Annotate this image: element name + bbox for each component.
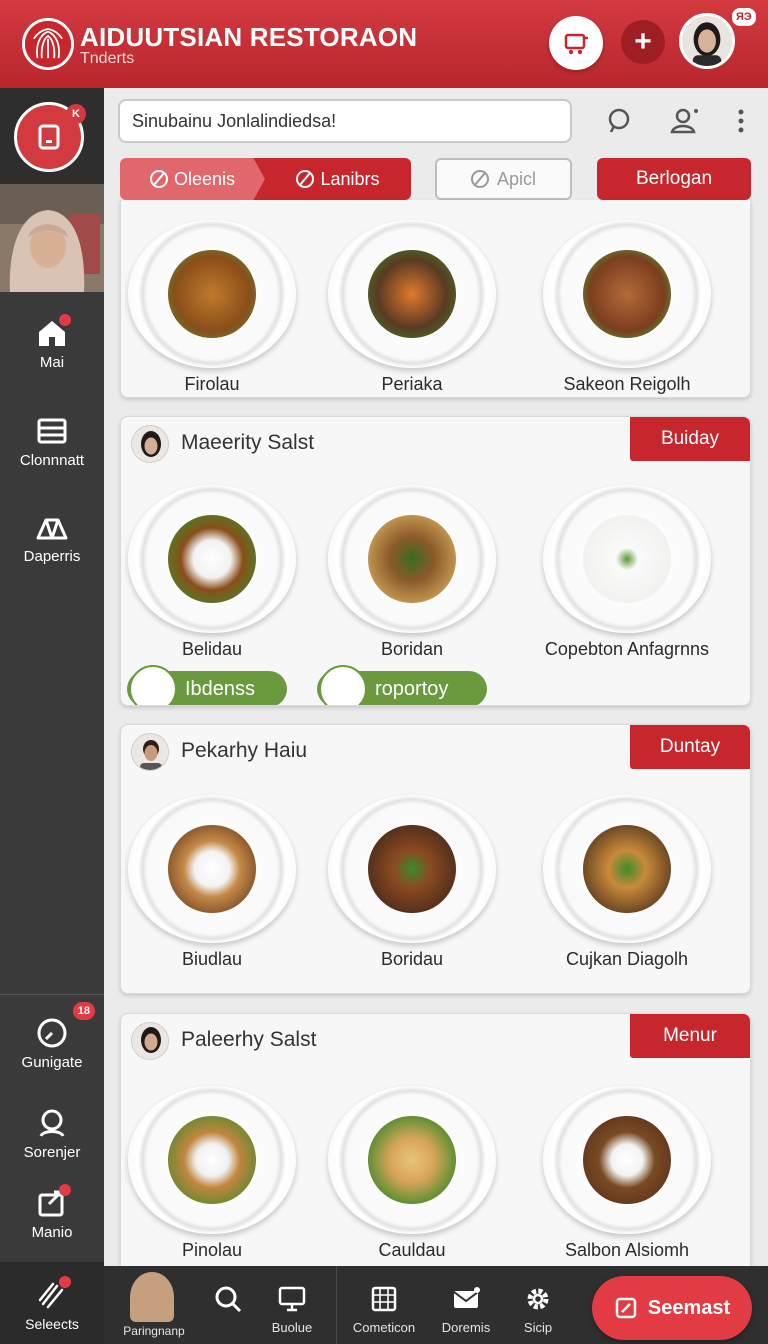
search-icon xyxy=(213,1284,243,1314)
card-title: Maeerity Salst xyxy=(181,431,315,454)
search-icon[interactable] xyxy=(602,104,636,138)
dish-item[interactable]: Salbon Alsiomh xyxy=(527,1086,727,1261)
sidebar-item-mai[interactable]: Mai xyxy=(0,314,104,371)
dish-item[interactable]: Pinolau xyxy=(127,1086,297,1261)
dish-image xyxy=(128,485,296,633)
dish-item[interactable]: Cauldau xyxy=(327,1086,497,1261)
pill-image xyxy=(129,665,177,705)
dish-image xyxy=(543,220,711,368)
sidebar-item-manio[interactable]: Manio xyxy=(0,1184,104,1241)
card-tag-button[interactable]: Duntay xyxy=(630,725,750,769)
seemast-button[interactable]: Seemast xyxy=(592,1276,752,1340)
bottom-item-sicip[interactable]: Sicip xyxy=(514,1266,562,1344)
menu-card: Firolau Periaka Sakeon Reigolh xyxy=(120,200,751,398)
dish-item[interactable]: Sakeon Reigolh xyxy=(527,220,727,395)
edit-icon xyxy=(615,1297,637,1319)
user-avatar[interactable] xyxy=(679,13,735,69)
sidebar-item-gunigate[interactable]: 18 Gunigate xyxy=(0,1002,104,1071)
sidebar-item-clonnnatt[interactable]: Clonnnatt xyxy=(0,414,104,469)
dish-image xyxy=(128,795,296,943)
more-options-icon[interactable] xyxy=(724,104,758,138)
card-title: Paleerhy Salst xyxy=(181,1028,317,1051)
sidebar-item-sorenjer[interactable]: Sorenjer xyxy=(0,1106,104,1161)
calendar-icon xyxy=(369,1284,399,1314)
tent-icon xyxy=(35,510,69,544)
tag-pill[interactable]: Ibdenss xyxy=(127,665,287,705)
card-tag-button[interactable]: Buiday xyxy=(630,417,750,461)
bottom-item-buolue[interactable]: Buolue xyxy=(264,1266,320,1344)
card-tag-button[interactable]: Menur xyxy=(630,1014,750,1058)
menu-card: Paleerhy Salst Menur Pinolau Cauldau Sal… xyxy=(120,1013,751,1267)
dish-image xyxy=(128,220,296,368)
tab-oleenis[interactable]: Oleenis xyxy=(120,158,265,200)
slash-circle-icon xyxy=(149,170,168,188)
home-icon xyxy=(35,314,71,350)
profile-photo[interactable] xyxy=(0,184,104,292)
dish-item[interactable]: Boridan xyxy=(327,485,497,660)
tag-pill[interactable]: roportoy xyxy=(317,665,487,705)
menu-card: Maeerity Salst Buiday Belidau Boridan Co… xyxy=(120,416,751,706)
restaurant-logo[interactable] xyxy=(22,18,74,70)
dish-image xyxy=(328,795,496,943)
dish-image xyxy=(543,485,711,633)
add-button[interactable]: + xyxy=(621,20,665,64)
app-title: AIDUUTSIAN RESTORAON xyxy=(80,22,418,52)
dish-image xyxy=(328,485,496,633)
dish-item[interactable]: Firolau xyxy=(127,220,297,395)
bottom-item-doremis[interactable]: Doremis xyxy=(436,1266,496,1344)
gear-icon xyxy=(523,1284,553,1314)
clock-icon: 18 xyxy=(35,1002,95,1050)
rocket-icon xyxy=(35,1276,71,1312)
app-subtitle: Tnderts xyxy=(80,50,135,67)
menu-card: Pekarhy Haiu Duntay Biudlau Boridau Cujk… xyxy=(120,724,751,994)
bottom-item-profile[interactable]: Paringnanp xyxy=(104,1266,204,1344)
sidebar: K Mai Clonnnatt Daperris 18 Gunigate Sor… xyxy=(0,88,104,1344)
bottom-item-cometicon[interactable]: Cometicon xyxy=(350,1266,418,1344)
dish-item[interactable]: Biudlau xyxy=(127,795,297,970)
chef-avatar[interactable] xyxy=(131,425,169,463)
cart-icon xyxy=(564,33,588,55)
slash-circle-icon xyxy=(296,170,315,188)
mail-icon xyxy=(451,1284,481,1314)
pill-image xyxy=(319,665,367,705)
notification-badge: ЯЭ xyxy=(732,8,756,26)
apicl-button[interactable]: Apicl xyxy=(435,158,572,200)
share-icon xyxy=(35,1184,71,1220)
filter-segment: Oleenis Lanibrs xyxy=(120,158,411,200)
tab-lanibrs[interactable]: Lanibrs xyxy=(251,158,411,200)
dish-item[interactable]: Cujkan Diagolh xyxy=(527,795,727,970)
avatar xyxy=(130,1272,174,1322)
dish-image xyxy=(328,1086,496,1234)
sidebar-item-seleects[interactable]: Seleects xyxy=(0,1276,104,1332)
slash-circle-icon xyxy=(470,170,489,188)
list-icon xyxy=(35,414,69,448)
app-header: AIDUUTSIAN RESTORAON Tnderts + ЯЭ xyxy=(0,0,768,88)
bottom-item-search[interactable] xyxy=(208,1266,248,1344)
dish-image xyxy=(128,1086,296,1234)
dish-item[interactable]: Periaka xyxy=(327,220,497,395)
sidebar-item-daperris[interactable]: Daperris xyxy=(0,510,104,565)
chef-avatar[interactable] xyxy=(131,1022,169,1060)
monitor-icon xyxy=(277,1284,307,1314)
cart-button[interactable] xyxy=(549,16,603,70)
dish-item[interactable]: Copebton Anfagrnns xyxy=(527,485,727,660)
tablet-icon xyxy=(38,124,60,150)
dish-image xyxy=(543,1086,711,1234)
card-title: Pekarhy Haiu xyxy=(181,739,308,762)
dish-item[interactable]: Belidau xyxy=(127,485,297,660)
sidebar-badge: K xyxy=(66,104,86,124)
search-icon xyxy=(35,1106,69,1140)
dish-image xyxy=(543,795,711,943)
dish-item[interactable]: Boridau xyxy=(327,795,497,970)
search-input[interactable] xyxy=(118,99,572,143)
user-settings-icon[interactable] xyxy=(668,104,702,138)
dish-image xyxy=(328,220,496,368)
chef-avatar[interactable] xyxy=(131,733,169,771)
plus-icon: + xyxy=(634,25,652,58)
berlogan-button[interactable]: Berlogan xyxy=(597,158,751,200)
